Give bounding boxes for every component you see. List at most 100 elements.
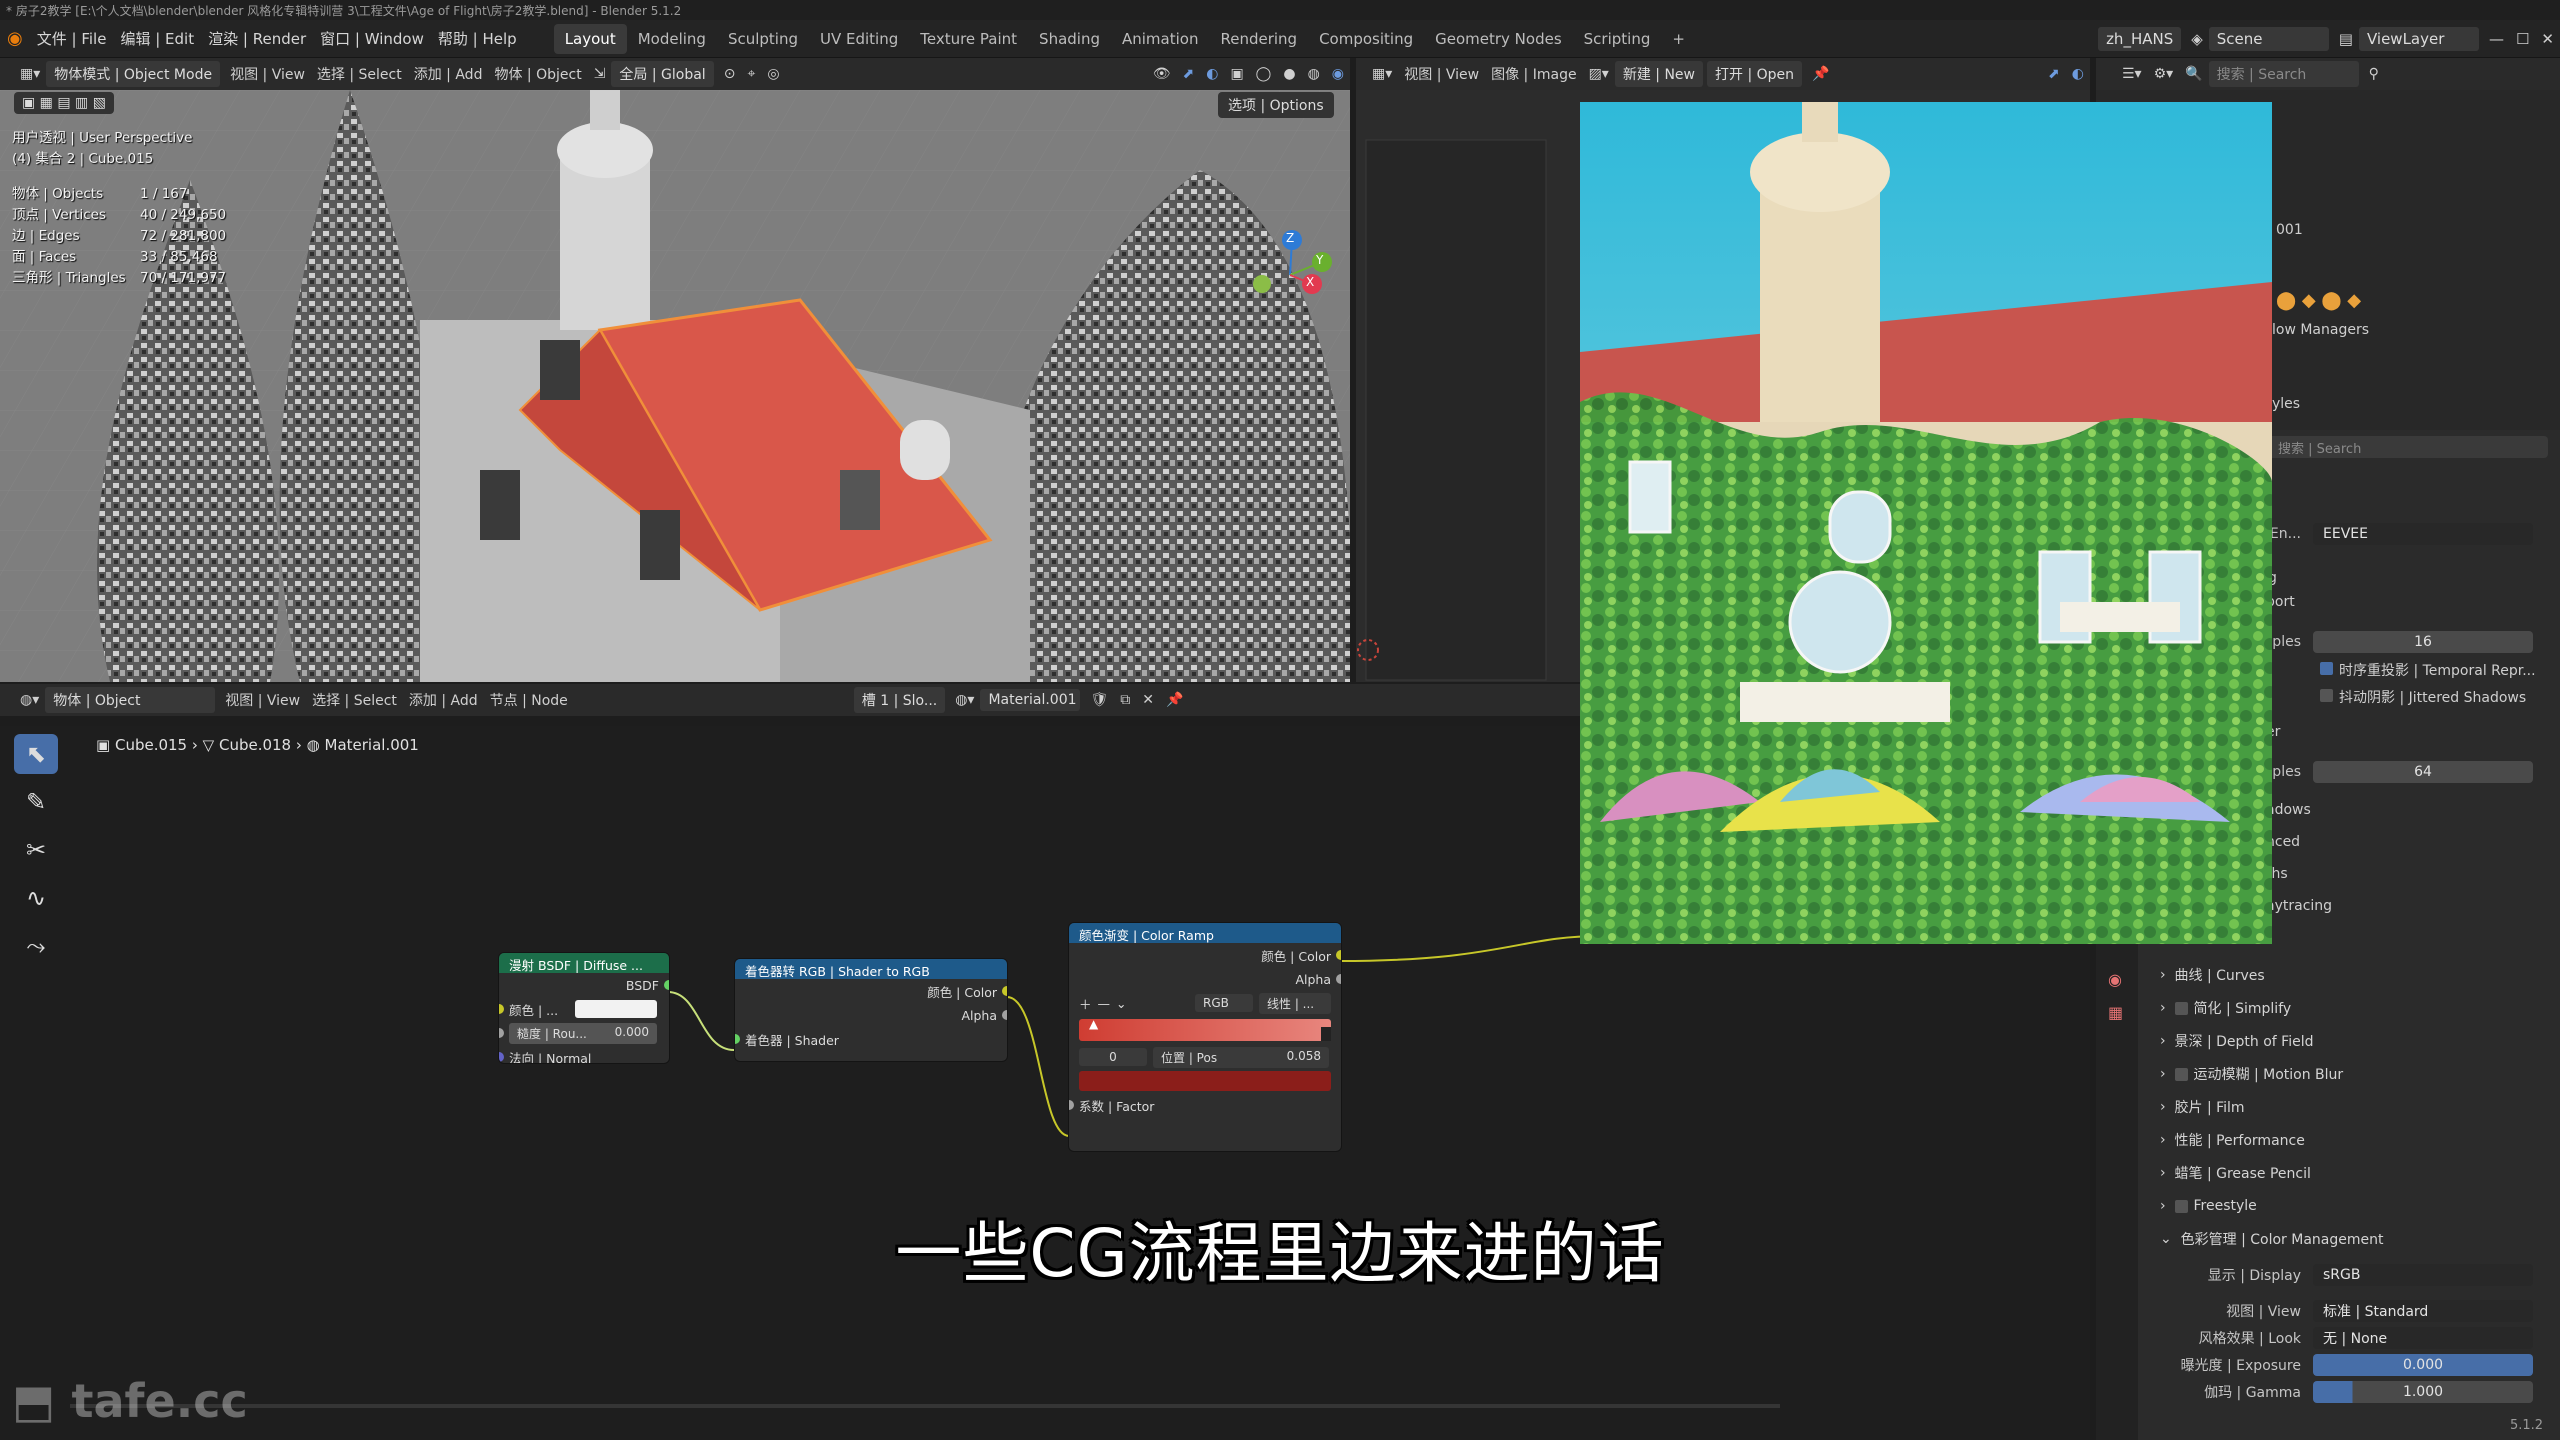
scene-selector[interactable]: Scene bbox=[2208, 26, 2329, 51]
editor-type-icon[interactable]: ▦▾ bbox=[14, 66, 46, 82]
wireframe-shading-icon[interactable]: ◯ bbox=[1250, 66, 1278, 82]
node-editor-type-icon[interactable]: ◍▾ bbox=[14, 692, 45, 708]
tab-rendering[interactable]: Rendering bbox=[1209, 24, 1308, 54]
ramp-gradient-bar[interactable]: ▲ bbox=[1079, 1017, 1331, 1041]
node-shader-to-rgb[interactable]: 着色器转 RGB | Shader to RGB 颜色 | Color Alph… bbox=[734, 958, 1008, 1062]
annotate-line-icon[interactable]: ∿ bbox=[14, 878, 58, 918]
xray-icon[interactable]: ▣ bbox=[1224, 66, 1249, 82]
section-simplify[interactable]: › 简化 | Simplify bbox=[2160, 993, 2560, 1023]
material-browse-icon[interactable]: ◍▾ bbox=[949, 692, 980, 708]
rendered-shading-icon[interactable]: ◉ bbox=[1326, 66, 1350, 82]
cm-look-selector[interactable]: 无 | None bbox=[2313, 1327, 2533, 1349]
image-browse-icon[interactable]: ▨▾ bbox=[1583, 66, 1615, 82]
ramp-interpolation[interactable]: 线性 | ... bbox=[1259, 992, 1331, 1014]
select-tool-strip[interactable]: ▣ ▦ ▤ ▥ ▧ bbox=[14, 92, 114, 114]
color-ramp-title[interactable]: 颜色渐变 | Color Ramp bbox=[1069, 923, 1341, 943]
menu-render[interactable]: 渲染 | Render bbox=[201, 28, 313, 49]
menu-object[interactable]: 物体 | Object bbox=[488, 64, 587, 84]
tab-modeling[interactable]: Modeling bbox=[627, 24, 717, 54]
tab-scripting[interactable]: Scripting bbox=[1573, 24, 1662, 54]
s2r-alpha-socket[interactable] bbox=[1002, 1010, 1007, 1020]
outliner-funnel-icon[interactable]: ⚲ bbox=[2363, 66, 2385, 82]
texture-props-tab-icon[interactable]: ▦ bbox=[2108, 1003, 2138, 1022]
menu-select[interactable]: 选择 | Select bbox=[311, 64, 408, 84]
node-menu-node[interactable]: 节点 | Node bbox=[484, 690, 574, 710]
properties-search[interactable]: 搜索 | Search bbox=[2268, 436, 2548, 458]
render-props-tab-icon[interactable]: ◉ bbox=[2108, 970, 2138, 989]
node-menu-view[interactable]: 视图 | View bbox=[219, 690, 306, 710]
gizmo-z-label[interactable]: Z bbox=[1286, 231, 1294, 245]
menu-file[interactable]: 文件 | File bbox=[30, 28, 114, 49]
section-motion-blur[interactable]: › 运动模糊 | Motion Blur bbox=[2160, 1059, 2560, 1089]
material-slot-selector[interactable]: 槽 1 | Slo... bbox=[853, 687, 946, 713]
material-name-field[interactable]: Material.001 bbox=[980, 689, 1081, 711]
jittered-shadows-checkbox[interactable]: 抖动阴影 | Jittered Shadows bbox=[2320, 687, 2526, 707]
node-pin-icon[interactable]: 📌 bbox=[1160, 692, 1189, 708]
section-performance[interactable]: › 性能 | Performance bbox=[2160, 1125, 2560, 1155]
node-diffuse-bsdf[interactable]: 漫射 BSDF | Diffuse ... BSDF 颜色 | ... 糙度 |… bbox=[498, 952, 670, 1064]
tab-compositing[interactable]: Compositing bbox=[1308, 24, 1424, 54]
overlay-icon[interactable]: ◐ bbox=[1200, 66, 1224, 82]
mode-selector[interactable]: 物体模式 | Object Mode bbox=[46, 61, 221, 87]
ramp-color-mode[interactable]: RGB bbox=[1195, 994, 1253, 1012]
menu-view[interactable]: 视图 | View bbox=[224, 64, 311, 84]
proportional-icon[interactable]: ◎ bbox=[761, 66, 785, 82]
ramp-stop-position[interactable]: 位置 | Pos 0.058 bbox=[1153, 1046, 1329, 1068]
menu-add[interactable]: 添加 | Add bbox=[408, 64, 489, 84]
outliner-search-input[interactable]: 搜索 | Search bbox=[2208, 61, 2359, 87]
cm-exposure-field[interactable]: 0.000 bbox=[2313, 1354, 2533, 1376]
tab-texture-paint[interactable]: Texture Paint bbox=[909, 24, 1028, 54]
snap-icon[interactable]: ⌖ bbox=[741, 66, 761, 82]
node-h-scrollbar[interactable] bbox=[70, 1404, 1780, 1408]
ramp-stop-start[interactable]: ▲ bbox=[1089, 1017, 1098, 1031]
outliner-type-icon[interactable]: ☰▾ bbox=[2116, 66, 2148, 82]
ramp-menu-icon[interactable]: ⌄ bbox=[1116, 996, 1126, 1011]
gizmo-icon[interactable]: ⬈ bbox=[1176, 66, 1200, 82]
cm-view-selector[interactable]: 标准 | Standard bbox=[2313, 1300, 2533, 1322]
node-menu-add[interactable]: 添加 | Add bbox=[403, 690, 484, 710]
menu-edit[interactable]: 编辑 | Edit bbox=[113, 28, 201, 49]
node-menu-select[interactable]: 选择 | Select bbox=[306, 690, 403, 710]
image-overlay-icon[interactable]: ◐ bbox=[2066, 66, 2090, 82]
render-engine-selector[interactable]: EEVEE bbox=[2313, 523, 2533, 545]
ramp-remove-stop-button[interactable]: — bbox=[1098, 996, 1111, 1011]
outliner-filter-icon[interactable]: ⚙▾ bbox=[2148, 66, 2180, 82]
tab-layout[interactable]: Layout bbox=[553, 23, 627, 54]
close-icon[interactable]: ✕ bbox=[2535, 30, 2560, 48]
diffuse-color-swatch[interactable] bbox=[575, 1000, 657, 1018]
gizmo-x-label[interactable]: X bbox=[1306, 275, 1314, 289]
section-curves[interactable]: › 曲线 | Curves bbox=[2160, 960, 2560, 990]
diffuse-node-title[interactable]: 漫射 BSDF | Diffuse ... bbox=[499, 953, 669, 973]
samples-field-1[interactable]: 16 bbox=[2313, 631, 2533, 653]
diffuse-normal-socket[interactable] bbox=[499, 1052, 504, 1062]
diffuse-roughness-field[interactable]: 糙度 | Rou... 0.000 bbox=[509, 1022, 657, 1044]
outliner-item-text[interactable]: 001 bbox=[2276, 222, 2303, 238]
outliner-styles[interactable]: yles bbox=[2272, 396, 2300, 412]
tab-sculpting[interactable]: Sculpting bbox=[717, 24, 809, 54]
transform-orientation[interactable]: 全局 | Global bbox=[611, 61, 714, 87]
minimize-icon[interactable]: — bbox=[2483, 30, 2510, 48]
language-selector[interactable]: zh_HANS bbox=[2098, 26, 2182, 51]
measure-tool-icon[interactable]: ⤳ bbox=[14, 926, 58, 966]
tab-uv-editing[interactable]: UV Editing bbox=[809, 24, 909, 54]
transform-icon[interactable]: ⇲ bbox=[588, 66, 612, 82]
fake-user-icon[interactable]: 🛡 bbox=[1084, 692, 1114, 708]
section-grease-pencil[interactable]: › 蜡笔 | Grease Pencil bbox=[2160, 1158, 2560, 1188]
cut-links-tool-icon[interactable]: ✂ bbox=[14, 830, 58, 870]
ramp-stop-index[interactable]: 0 bbox=[1079, 1048, 1147, 1066]
annotate-tool-icon[interactable]: ✎ bbox=[14, 782, 58, 822]
menu-help[interactable]: 帮助 | Help bbox=[431, 28, 524, 49]
section-film[interactable]: › 胶片 | Film bbox=[2160, 1092, 2560, 1122]
tab-shading[interactable]: Shading bbox=[1028, 24, 1111, 54]
unlink-material-icon[interactable]: ✕ bbox=[1136, 692, 1160, 708]
samples-field-2[interactable]: 64 bbox=[2313, 761, 2533, 783]
tab-animation[interactable]: Animation bbox=[1111, 24, 1209, 54]
image-menu-image[interactable]: 图像 | Image bbox=[1485, 64, 1582, 84]
visibility-icon[interactable]: 👁 bbox=[1147, 66, 1177, 82]
ramp-stop-color-swatch[interactable] bbox=[1079, 1071, 1331, 1091]
s2r-shader-socket[interactable] bbox=[735, 1034, 740, 1044]
solid-shading-icon[interactable]: ● bbox=[1277, 66, 1301, 82]
shader-to-rgb-title[interactable]: 着色器转 RGB | Shader to RGB bbox=[735, 959, 1007, 979]
pin-icon[interactable]: 📌 bbox=[1806, 66, 1835, 82]
diffuse-roughness-socket[interactable] bbox=[499, 1028, 504, 1038]
